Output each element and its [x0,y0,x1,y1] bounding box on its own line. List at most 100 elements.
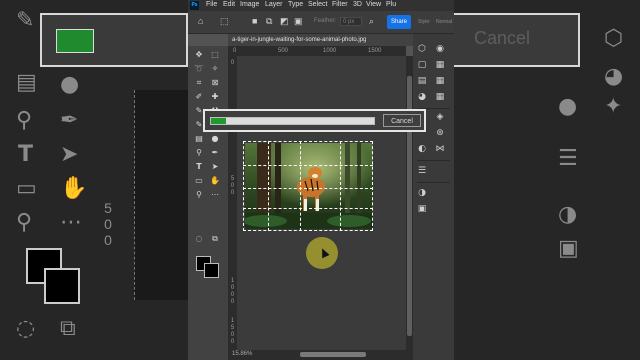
eyedropper-icon[interactable]: ✐ [192,92,206,101]
bg-cancel-text: Cancel [474,28,531,48]
ps-logo: Ps [190,1,199,10]
grid-icon[interactable]: ▦ [433,92,447,102]
ruler-left-mark: 0 [230,292,235,298]
new-selection-icon[interactable]: ■ [252,16,257,26]
horizontal-scroll-thumb[interactable] [300,352,366,357]
zoom-level[interactable]: 15.86% [232,351,252,357]
pen-icon[interactable]: ✒ [208,148,222,157]
menu-view[interactable]: View [366,1,381,8]
cube-icon[interactable]: ⬡ [415,44,429,54]
ruler-left-mark: 0 [230,190,235,196]
bg-gradient-icon: ▤ [16,70,37,95]
ruler-left-mark: 0 [230,285,235,291]
crop-icon[interactable]: ⌗ [192,78,206,88]
hand-icon[interactable]: ✋ [208,176,222,185]
search-icon[interactable]: ⌕ [369,16,374,27]
quickmask-icon[interactable]: ◌ [192,234,206,243]
magic-wand-icon[interactable]: ✧ [208,64,222,73]
bg-quickmask-icon: ◌ [16,316,36,341]
panel-separator [417,160,450,161]
menu-plugins[interactable]: Plu [386,1,396,8]
properties-icon[interactable]: ▤ [415,76,429,86]
marquee-icon[interactable]: ⬚ [208,50,222,59]
progress-fill [211,118,226,124]
menu-layer[interactable]: Layer [265,1,283,8]
channels-icon[interactable]: ⊛ [433,128,447,138]
menu-filter[interactable]: Filter [332,1,348,8]
screen-mode-icon[interactable]: ⧉ [208,234,222,244]
swatches-icon[interactable]: ▦ [433,76,447,86]
background-color-swatch[interactable] [204,263,219,278]
bg-background-swatch [44,268,80,304]
lasso-icon[interactable]: ➰ [192,64,206,73]
ruler-vertical: 0 5 0 0 1 0 0 0 1 5 0 0 [228,56,237,350]
color-icon[interactable]: ◕ [415,92,429,102]
home-icon[interactable]: ⌂ [198,16,203,26]
bg-ruler-digits: 5 0 0 [104,200,112,248]
bg-type-icon: T [18,142,34,167]
selection-marquee-line [300,141,301,231]
ruler-left-mark: 0 [230,332,235,338]
dodge-icon[interactable]: ⚲ [192,148,206,157]
ruler-left-mark: 0 [230,339,235,345]
bg-zoom-icon: ⚲ [16,210,33,235]
bg-hand-icon: ✋ [60,176,88,201]
document-tab[interactable]: a-tiger-in-jungle-waiting-for-some-anima… [228,34,418,46]
style-value[interactable]: Normal [436,19,452,25]
selection-marquee-line [340,141,341,231]
bg-half-circle-icon: ◑ [558,202,578,227]
bg-progress-fill [56,29,94,53]
comment-icon[interactable]: ▢ [415,60,429,70]
menu-select[interactable]: Select [308,1,327,8]
menu-edit[interactable]: Edit [223,1,235,8]
feather-input[interactable]: 0 px [340,17,362,26]
bg-sliders-icon: ☰ [558,146,578,171]
sliders-icon[interactable]: ☰ [415,166,429,176]
menu-bar: Ps File Edit Image Layer Type Select Fil… [188,0,454,11]
bg-circle-icon: ● [558,94,578,119]
frame-panel-icon[interactable]: ▣ [415,204,429,214]
add-selection-icon[interactable]: ⧉ [266,16,272,27]
gradient-icon[interactable]: ▤ [192,134,206,143]
share-button[interactable]: Share [387,15,411,29]
panel-separator [417,182,450,183]
move-icon[interactable]: ✥ [192,50,206,59]
healing-icon[interactable]: ✚ [208,92,222,101]
paths-icon[interactable]: ⋈ [433,144,447,154]
selection-marquee-line [243,188,373,189]
subtract-selection-icon[interactable]: ◩ [280,16,289,27]
layers-icon[interactable]: ◈ [433,112,447,122]
menu-type[interactable]: Type [288,1,303,8]
ruler-left-mark: 1 [230,318,235,324]
cancel-button[interactable]: Cancel [383,114,421,127]
bg-rect-icon: ▭ [16,176,37,201]
selection-marquee-line [243,165,373,166]
ruler-left-mark: 5 [230,325,235,331]
blur-icon[interactable]: ● [208,134,222,143]
menu-image[interactable]: Image [240,1,259,8]
tiger-photo[interactable] [245,143,373,229]
type-icon[interactable]: T [192,162,206,171]
more-icon[interactable]: ⋯ [208,190,222,199]
vertical-scrollbar[interactable] [406,56,413,350]
menu-3d[interactable]: 3D [353,1,362,8]
ruler-left-mark: 0 [230,299,235,305]
tools-panel: ✥ ⬚ ➰ ✧ ⌗ ⊠ ✐ ✚ ✎ ⚒ ✎ ⌫ ▤ ● ⚲ ✒ T ➤ ▭ ✋ … [188,46,228,360]
eye-icon[interactable]: ◉ [433,44,447,54]
frame-icon[interactable]: ⊠ [208,78,222,87]
adjustments-icon[interactable]: ◐ [415,144,429,154]
menu-file[interactable]: File [206,1,217,8]
ruler-top-mark: 0 [233,48,237,54]
intersect-selection-icon[interactable]: ▣ [294,16,303,27]
bg-frame-icon: ▣ [558,236,579,261]
zoom-icon[interactable]: ⚲ [192,190,206,199]
path-select-icon[interactable]: ➤ [208,162,222,171]
marquee-preset-icon[interactable]: ⬚ [220,16,229,27]
rectangle-icon[interactable]: ▭ [192,176,206,185]
bg-screen-mode-icon: ⧉ [60,316,76,341]
bg-arrow-icon: ➤ [60,142,79,167]
libraries-icon[interactable]: ▦ [433,60,447,70]
bg-cube-icon: ⬡ [604,26,624,51]
half-circle-icon[interactable]: ◑ [415,188,429,198]
bg-pen-icon: ✒ [60,108,79,133]
